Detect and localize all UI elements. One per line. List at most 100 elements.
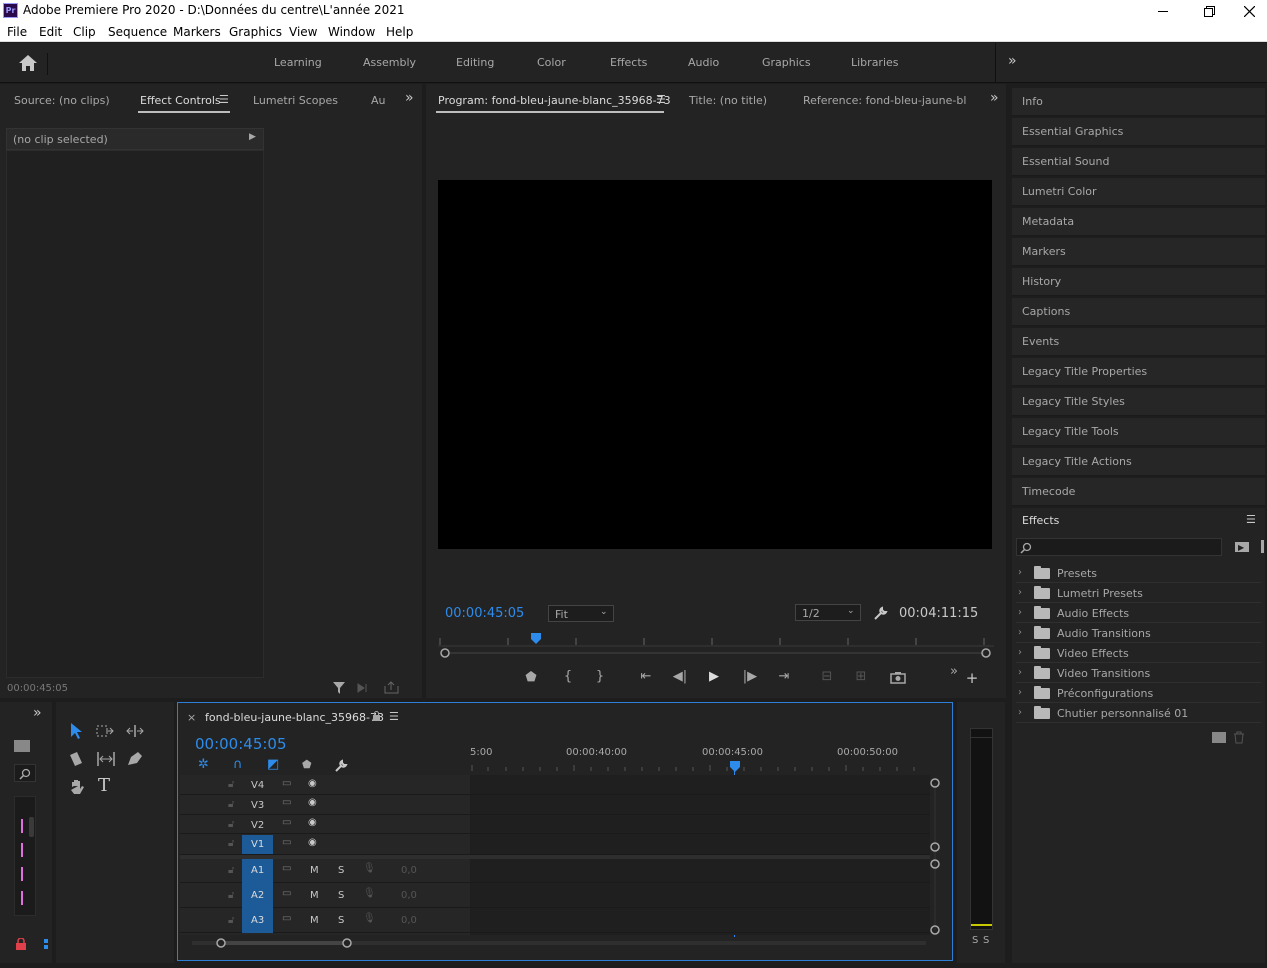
workspace-libraries[interactable]: Libraries bbox=[851, 56, 899, 69]
tab-audio-truncated[interactable]: Au bbox=[371, 94, 386, 107]
project-overflow-icon[interactable]: » bbox=[33, 705, 42, 721]
lift-icon[interactable]: ⊟ bbox=[817, 669, 837, 684]
playhead-marker-icon[interactable] bbox=[530, 633, 542, 645]
mark-in-icon[interactable]: { bbox=[561, 669, 575, 684]
panel-info[interactable]: Info bbox=[1012, 88, 1265, 116]
chevron-right-icon[interactable]: › bbox=[1018, 627, 1022, 638]
lock-track-icon[interactable]: 🔓︎ bbox=[228, 865, 234, 876]
menu-edit[interactable]: Edit bbox=[39, 25, 62, 39]
solo-left-button[interactable]: S bbox=[972, 935, 978, 946]
workspace-overflow-icon[interactable]: » bbox=[1008, 53, 1017, 69]
minimize-button[interactable] bbox=[1140, 0, 1186, 22]
solo-right-button[interactable]: S bbox=[983, 935, 989, 946]
view-mode-icon[interactable] bbox=[44, 939, 48, 943]
tab-source[interactable]: Source: (no clips) bbox=[14, 94, 110, 107]
lock-track-icon[interactable]: 🔓︎ bbox=[228, 838, 234, 849]
go-to-out-icon[interactable]: ⇥ bbox=[774, 669, 794, 684]
mute-button[interactable]: M bbox=[310, 865, 319, 876]
timeline-ruler[interactable]: 5:00 00:00:40:00 00:00:45:00 00:00:50:00 bbox=[470, 741, 930, 775]
close-sequence-icon[interactable]: × bbox=[187, 711, 196, 724]
mark-out-icon[interactable]: } bbox=[593, 669, 607, 684]
chevron-right-icon[interactable]: › bbox=[1018, 687, 1022, 698]
effects-search-input[interactable] bbox=[1016, 538, 1222, 556]
expand-arrow-icon[interactable]: ▶ bbox=[249, 132, 256, 142]
chevron-right-icon[interactable]: › bbox=[1018, 567, 1022, 578]
sync-lock-icon[interactable]: ▭ bbox=[282, 863, 291, 874]
workspace-effects[interactable]: Effects bbox=[610, 56, 647, 69]
workspace-assembly[interactable]: Assembly bbox=[363, 56, 416, 69]
horizontal-zoom-scrollbar[interactable] bbox=[186, 936, 930, 950]
eye-icon[interactable]: ◉ bbox=[308, 837, 317, 848]
track-label-v2[interactable]: V2 bbox=[251, 820, 264, 831]
panel-history[interactable]: History bbox=[1012, 268, 1265, 296]
track-a3[interactable] bbox=[180, 908, 930, 933]
panel-essential-sound[interactable]: Essential Sound bbox=[1012, 148, 1265, 176]
track-volume[interactable]: 0,0 bbox=[401, 915, 417, 926]
effects-item-audio-effects[interactable]: › Audio Effects bbox=[1016, 604, 1261, 623]
home-button[interactable] bbox=[8, 53, 48, 75]
new-bin-icon[interactable] bbox=[1212, 732, 1226, 743]
more-icons-icon[interactable] bbox=[1261, 540, 1264, 553]
tabs-overflow-icon[interactable]: » bbox=[990, 90, 999, 106]
track-v3[interactable] bbox=[180, 795, 930, 815]
program-menu-icon[interactable]: ☰ bbox=[656, 93, 666, 106]
track-label-v1[interactable]: V1 bbox=[251, 839, 264, 850]
camera-icon[interactable] bbox=[890, 671, 906, 684]
add-button-icon[interactable]: + bbox=[964, 669, 980, 687]
menu-help[interactable]: Help bbox=[386, 25, 413, 39]
accelerated-effects-icon[interactable]: ▶ bbox=[1234, 540, 1250, 553]
type-tool-icon[interactable]: T bbox=[98, 775, 110, 796]
chevron-right-icon[interactable]: › bbox=[1018, 707, 1022, 718]
nest-icon[interactable]: ✲ bbox=[198, 757, 209, 772]
solo-button[interactable]: S bbox=[338, 865, 344, 876]
effects-item-audio-transitions[interactable]: › Audio Transitions bbox=[1016, 624, 1261, 643]
solo-button[interactable]: S bbox=[338, 890, 344, 901]
restore-button[interactable] bbox=[1186, 0, 1232, 22]
resolution-dropdown[interactable]: 1/2 ⌄ bbox=[795, 604, 861, 621]
play-audio-icon[interactable] bbox=[357, 682, 371, 694]
eye-icon[interactable]: ◉ bbox=[308, 778, 317, 789]
linked-selection-icon[interactable]: ◩ bbox=[267, 757, 279, 772]
vertical-zoom-scrollbar[interactable] bbox=[928, 776, 942, 936]
play-icon[interactable]: ▶ bbox=[705, 669, 723, 684]
chevron-right-icon[interactable]: › bbox=[1018, 587, 1022, 598]
menu-window[interactable]: Window bbox=[328, 25, 375, 39]
panel-legacy-title-actions[interactable]: Legacy Title Actions bbox=[1012, 448, 1265, 476]
project-search-button[interactable] bbox=[14, 764, 36, 782]
lock-track-icon[interactable]: 🔓︎ bbox=[228, 799, 234, 810]
project-items-list[interactable] bbox=[14, 796, 36, 916]
eye-icon[interactable]: ◉ bbox=[308, 817, 317, 828]
sync-lock-icon[interactable]: ▭ bbox=[282, 797, 291, 808]
track-label-a2[interactable]: A2 bbox=[251, 890, 264, 901]
extract-icon[interactable]: ⊞ bbox=[851, 669, 871, 684]
effects-item-custom-bin[interactable]: › Chutier personnalisé 01 bbox=[1016, 704, 1261, 723]
filter-icon[interactable] bbox=[332, 681, 346, 695]
track-a1[interactable] bbox=[180, 859, 930, 883]
panel-essential-graphics[interactable]: Essential Graphics bbox=[1012, 118, 1265, 146]
track-volume[interactable]: 0,0 bbox=[401, 890, 417, 901]
panel-timecode[interactable]: Timecode bbox=[1012, 478, 1265, 506]
track-v4[interactable] bbox=[180, 776, 930, 795]
track-v2[interactable] bbox=[180, 815, 930, 834]
panel-legacy-title-tools[interactable]: Legacy Title Tools bbox=[1012, 418, 1265, 446]
playhead-timecode[interactable]: 00:00:45:05 bbox=[445, 606, 524, 621]
tabs-overflow-icon[interactable]: » bbox=[405, 90, 414, 106]
chevron-right-icon[interactable]: › bbox=[1018, 647, 1022, 658]
tab-title[interactable]: Title: (no title) bbox=[689, 94, 767, 107]
view-mode-icon-2[interactable] bbox=[44, 945, 48, 949]
sync-lock-icon[interactable]: ▭ bbox=[282, 888, 291, 899]
razor-tool-icon[interactable] bbox=[68, 751, 84, 767]
track-a2[interactable] bbox=[180, 883, 930, 908]
snap-icon[interactable]: ∩ bbox=[233, 757, 243, 772]
panel-metadata[interactable]: Metadata bbox=[1012, 208, 1265, 236]
panel-events[interactable]: Events bbox=[1012, 328, 1265, 356]
panel-menu-icon[interactable]: ☰ bbox=[219, 93, 229, 106]
panel-legacy-title-styles[interactable]: Legacy Title Styles bbox=[1012, 388, 1265, 416]
tab-reference[interactable]: Reference: fond-bleu-jaune-blanc bbox=[803, 94, 966, 107]
menu-markers[interactable]: Markers bbox=[173, 25, 221, 39]
lock-icon[interactable] bbox=[372, 711, 381, 722]
effects-item-video-transitions[interactable]: › Video Transitions bbox=[1016, 664, 1261, 683]
sequence-menu-icon[interactable]: ☰ bbox=[389, 710, 399, 723]
microphone-icon[interactable]: 🎙︎ bbox=[363, 888, 376, 899]
timeline-timecode[interactable]: 00:00:45:05 bbox=[195, 735, 287, 753]
